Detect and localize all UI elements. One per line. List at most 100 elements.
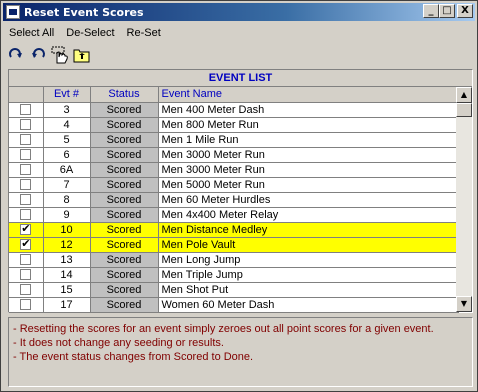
app-icon [6, 5, 20, 19]
event-name-cell: Men 3000 Meter Run [158, 162, 459, 178]
evt-num-cell: 9 [43, 207, 91, 223]
reset-event-scores-window: Reset Event Scores _ □ X Select All De-S… [0, 0, 478, 392]
event-table: Evt # Status Event Name 3 Scored Men 400 M… [9, 87, 459, 313]
event-name-cell: Men Shot Put [158, 282, 459, 298]
notes-panel: - Resetting the scores for an event simp… [8, 317, 473, 387]
row-checkbox-cell[interactable] [9, 192, 44, 208]
row-checkbox[interactable] [20, 222, 32, 236]
event-name-cell: Men Pole Vault [158, 237, 459, 253]
row-checkbox[interactable] [20, 299, 32, 311]
evt-num-cell: 14 [43, 267, 91, 283]
header-row: Evt # Status Event Name [9, 87, 459, 103]
row-checkbox-cell[interactable] [9, 117, 44, 133]
hand-cursor-icon[interactable] [51, 46, 69, 64]
scroll-thumb[interactable] [456, 103, 472, 117]
evt-num-cell: 8 [43, 192, 91, 208]
row-checkbox[interactable] [20, 119, 32, 131]
row-checkbox-cell[interactable] [9, 222, 44, 238]
folder-up-icon[interactable] [73, 46, 91, 64]
status-cell: Scored [90, 117, 159, 133]
minimize-button[interactable]: _ [423, 4, 439, 18]
row-checkbox[interactable] [20, 104, 32, 116]
row-checkbox[interactable] [20, 284, 32, 296]
table-row[interactable]: 14 Scored Men Triple Jump [9, 267, 459, 283]
status-cell: Scored [90, 162, 159, 178]
header-event-name[interactable]: Event Name [158, 87, 459, 103]
row-checkbox-cell[interactable] [9, 267, 44, 283]
scroll-down-button[interactable]: ▼ [456, 296, 472, 312]
toolbar [7, 44, 91, 66]
evt-num-cell: 6 [43, 147, 91, 163]
event-list-grid[interactable]: EVENT LIST Evt # Status Event Name 3 Scor… [8, 69, 473, 313]
row-checkbox-cell[interactable] [9, 207, 44, 223]
row-checkbox[interactable] [20, 164, 32, 176]
row-checkbox-cell[interactable] [9, 147, 44, 163]
row-checkbox-cell[interactable] [9, 132, 44, 148]
evt-num-cell: 7 [43, 177, 91, 193]
evt-num-cell: 4 [43, 117, 91, 133]
table-row[interactable]: 13 Scored Men Long Jump [9, 252, 459, 268]
header-status[interactable]: Status [90, 87, 159, 103]
status-cell: Scored [90, 267, 159, 283]
table-row[interactable]: 4 Scored Men 800 Meter Run [9, 117, 459, 133]
event-name-cell: Men 60 Meter Hurdles [158, 192, 459, 208]
event-name-cell: Men 3000 Meter Run [158, 147, 459, 163]
redo-icon[interactable] [7, 46, 25, 64]
close-button[interactable]: X [457, 4, 473, 18]
status-cell: Scored [90, 147, 159, 163]
table-row[interactable]: 6A Scored Men 3000 Meter Run [9, 162, 459, 178]
evt-num-cell: 15 [43, 282, 91, 298]
undo-icon[interactable] [29, 46, 47, 64]
table-row[interactable]: 12ScoredMen Pole Vault [9, 237, 459, 253]
event-name-cell: Men Triple Jump [158, 267, 459, 283]
event-name-cell: Men 400 Meter Dash [158, 102, 459, 118]
note-line: - Resetting the scores for an event simp… [13, 323, 434, 335]
scroll-up-button[interactable]: ▲ [456, 87, 472, 103]
row-checkbox[interactable] [20, 237, 32, 251]
table-row[interactable]: 9 Scored Men 4x400 Meter Relay [9, 207, 459, 223]
table-row[interactable]: 7 Scored Men 5000 Meter Run [9, 177, 459, 193]
vertical-scrollbar[interactable]: ▲ ▼ [456, 87, 472, 312]
menu-de-select[interactable]: De-Select [60, 27, 120, 39]
menu-select-all[interactable]: Select All [3, 27, 60, 39]
maximize-button[interactable]: □ [439, 4, 455, 18]
row-checkbox[interactable] [20, 194, 32, 206]
status-cell: Scored [90, 252, 159, 268]
row-checkbox[interactable] [20, 149, 32, 161]
event-name-cell: Men Distance Medley [158, 222, 459, 238]
status-cell: Scored [90, 282, 159, 298]
row-checkbox[interactable] [20, 269, 32, 281]
row-checkbox[interactable] [20, 179, 32, 191]
row-checkbox[interactable] [20, 209, 32, 221]
table-row[interactable]: 15 Scored Men Shot Put [9, 282, 459, 298]
note-line: - The event status changes from Scored t… [13, 351, 254, 363]
status-cell: Scored [90, 132, 159, 148]
table-row[interactable]: 8 Scored Men 60 Meter Hurdles [9, 192, 459, 208]
table-row[interactable]: 5 Scored Men 1 Mile Run [9, 132, 459, 148]
row-checkbox-cell[interactable] [9, 162, 44, 178]
status-cell: Scored [90, 297, 159, 313]
row-checkbox[interactable] [20, 134, 32, 146]
evt-num-cell: 12 [43, 237, 91, 253]
table-row[interactable]: 3 Scored Men 400 Meter Dash [9, 102, 459, 118]
evt-num-cell: 6A [43, 162, 91, 178]
note-line: - It does not change any seeding or resu… [13, 337, 224, 349]
evt-num-cell: 17 [43, 297, 91, 313]
table-row[interactable]: 10ScoredMen Distance Medley [9, 222, 459, 238]
row-checkbox-cell[interactable] [9, 237, 44, 253]
menu-re-set[interactable]: Re-Set [121, 27, 167, 39]
status-cell: Scored [90, 237, 159, 253]
row-checkbox-cell[interactable] [9, 297, 44, 313]
title-bar[interactable]: Reset Event Scores _ □ X [3, 3, 475, 21]
row-checkbox-cell[interactable] [9, 282, 44, 298]
table-row[interactable]: 6 Scored Men 3000 Meter Run [9, 147, 459, 163]
row-checkbox[interactable] [20, 254, 32, 266]
table-row[interactable]: 17 Scored Women 60 Meter Dash [9, 297, 459, 313]
menu-bar: Select All De-Select Re-Set [3, 23, 167, 43]
row-checkbox-cell[interactable] [9, 252, 44, 268]
row-checkbox-cell[interactable] [9, 177, 44, 193]
evt-num-cell: 13 [43, 252, 91, 268]
status-cell: Scored [90, 102, 159, 118]
row-checkbox-cell[interactable] [9, 102, 44, 118]
header-evt-num[interactable]: Evt # [43, 87, 91, 103]
